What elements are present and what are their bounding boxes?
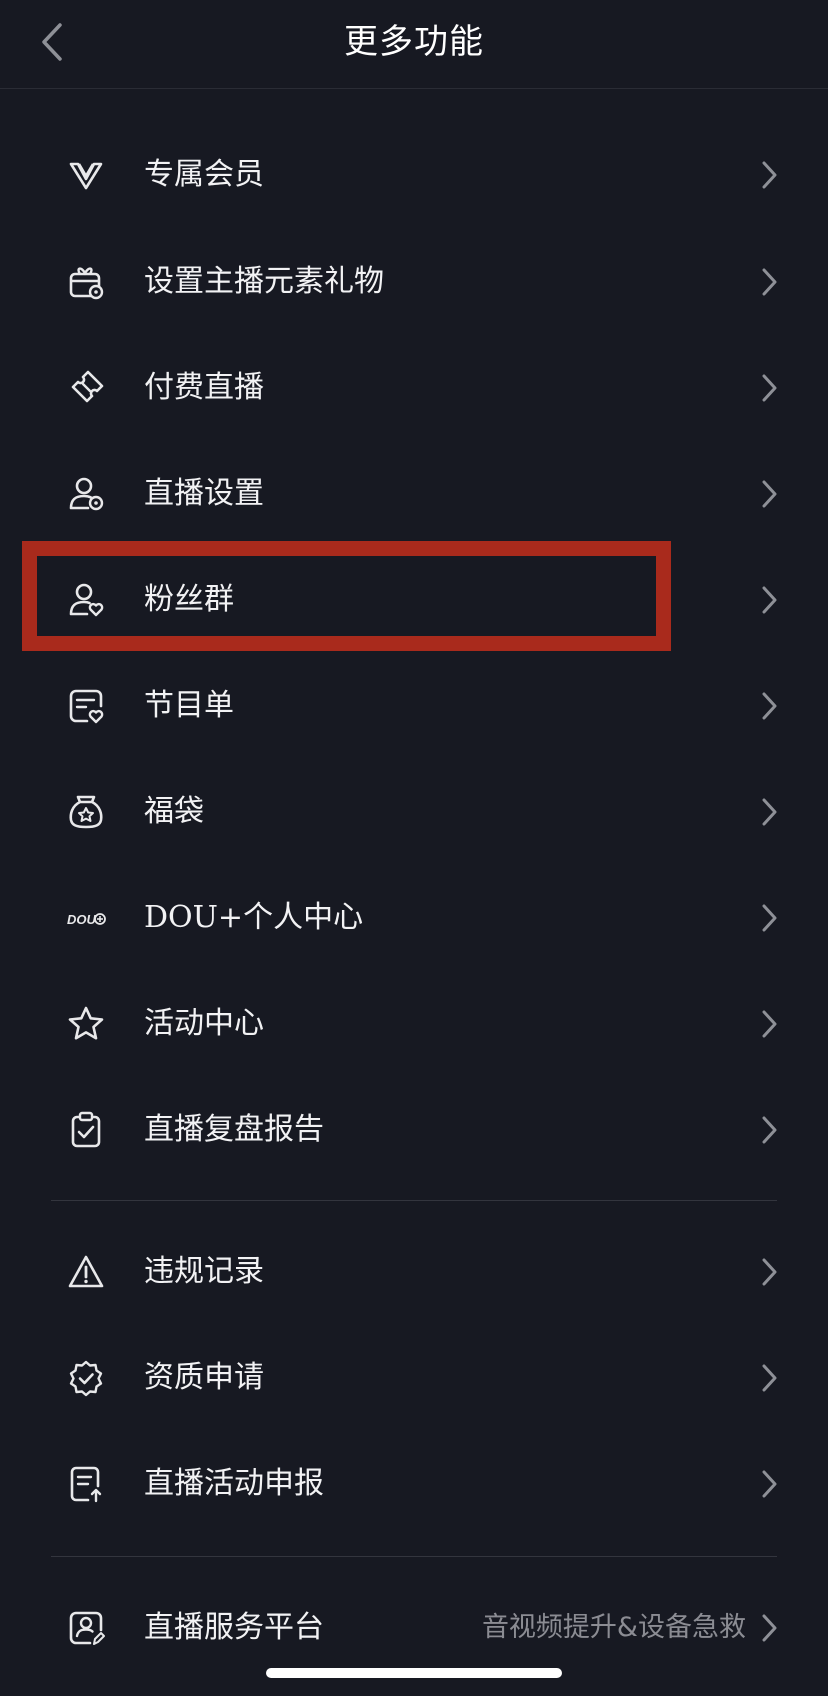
menu-item-live-review-report[interactable]: 直播复盘报告 [40, 1090, 788, 1170]
page-title: 更多功能 [344, 22, 484, 62]
menu-item-live-service-platform[interactable]: 直播服务平台 音视频提升&设备急救 [40, 1588, 788, 1668]
chevron-right-icon [762, 1470, 777, 1498]
menu-item-live-activity-declaration[interactable]: 直播活动申报 [40, 1444, 788, 1524]
badge-check-icon [69, 1360, 103, 1397]
vip-v-icon [69, 162, 103, 190]
dou-logo-text: DOU [67, 912, 97, 927]
menu-item-label: 活动中心 [144, 1006, 264, 1041]
menu-item-activity-center[interactable]: 活动中心 [40, 984, 788, 1064]
menu-item-anchor-gift-settings[interactable]: 设置主播元素礼物 [40, 242, 788, 322]
menu-item-label: 福袋 [144, 794, 204, 829]
chevron-right-icon [762, 480, 777, 508]
menu-item-paid-live[interactable]: 付费直播 [40, 348, 788, 428]
document-upload-icon [70, 1466, 102, 1503]
ticket-icon [71, 370, 104, 403]
menu-item-fan-group[interactable]: 粉丝群 [40, 560, 788, 640]
chevron-right-icon [762, 692, 777, 720]
menu-item-program-list[interactable]: 节目单 [40, 666, 788, 746]
home-indicator [266, 1668, 562, 1678]
menu-item-qualification-application[interactable]: 资质申请 [40, 1338, 788, 1418]
chevron-right-icon [762, 161, 777, 189]
chevron-right-icon [762, 586, 777, 614]
menu-item-label: 直播活动申报 [144, 1466, 324, 1501]
menu-item-label: 粉丝群 [144, 582, 234, 617]
chevron-right-icon [762, 1010, 777, 1038]
program-list-icon [69, 689, 104, 724]
menu-item-subtitle: 音视频提升&设备急救 [481, 1612, 746, 1643]
chevron-right-icon [762, 1364, 777, 1392]
chevron-right-icon [762, 1116, 777, 1144]
menu-item-label: 直播服务平台 [144, 1610, 324, 1645]
menu-item-label: 付费直播 [144, 370, 264, 405]
fan-group-icon [69, 583, 104, 617]
chevron-right-icon [762, 904, 777, 932]
menu-item-label: 直播设置 [144, 476, 264, 511]
menu-item-lucky-bag[interactable]: 福袋 [40, 772, 788, 852]
menu-item-dou-plus-center[interactable]: DOU DOU+个人中心 [40, 878, 788, 958]
user-settings-icon [69, 477, 104, 511]
chevron-right-icon [762, 268, 777, 296]
service-platform-icon [69, 1611, 105, 1645]
menu-item-exclusive-member[interactable]: 专属会员 [40, 135, 788, 215]
chevron-right-icon [762, 798, 777, 826]
header-bar: 更多功能 [0, 0, 828, 89]
menu-item-label: 资质申请 [144, 1360, 264, 1395]
menu-item-label: 专属会员 [144, 157, 264, 192]
chevron-right-icon [762, 1614, 777, 1642]
chevron-right-icon [762, 374, 777, 402]
chevron-right-icon [762, 1258, 777, 1286]
star-icon [68, 1006, 104, 1040]
warning-icon [68, 1255, 104, 1288]
menu-item-label: 设置主播元素礼物 [144, 264, 384, 299]
menu-item-violation-record[interactable]: 违规记录 [40, 1232, 788, 1312]
menu-item-label: DOU+个人中心 [144, 900, 364, 935]
menu-item-label: 节目单 [144, 688, 234, 723]
menu-item-label: 直播复盘报告 [144, 1112, 324, 1147]
dou-plus-icon: DOU [67, 912, 106, 927]
gift-settings-icon [69, 267, 104, 300]
lucky-bag-icon [69, 795, 103, 829]
clipboard-check-icon [71, 1111, 101, 1148]
section-divider [51, 1556, 777, 1557]
menu-item-label: 违规记录 [144, 1254, 264, 1289]
menu-item-live-settings[interactable]: 直播设置 [40, 454, 788, 534]
section-divider [51, 1200, 777, 1201]
